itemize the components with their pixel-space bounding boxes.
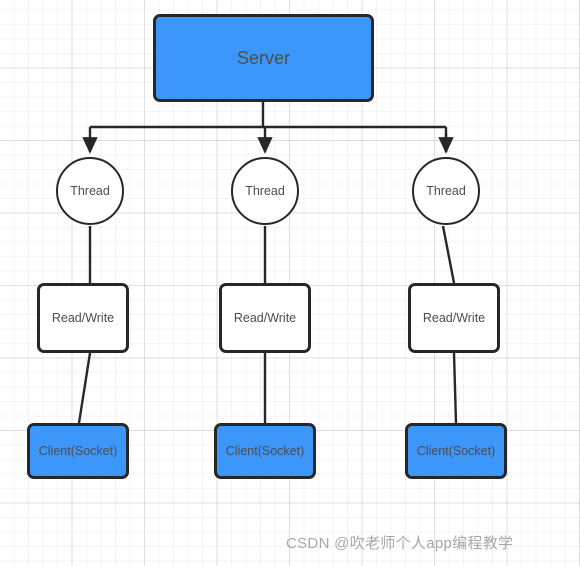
edge-readwrite-1-to-client-1: [77, 352, 92, 424]
node-readwrite-3-label: Read/Write: [422, 311, 486, 325]
node-readwrite-2-label: Read/Write: [233, 311, 297, 325]
node-thread-2-label: Thread: [245, 184, 285, 198]
node-readwrite-1-label: Read/Write: [51, 311, 115, 325]
node-thread-3-label: Thread: [426, 184, 466, 198]
node-client-2-label: Client(Socket): [225, 444, 305, 458]
node-thread-1[interactable]: Thread: [56, 157, 124, 225]
node-client-1-label: Client(Socket): [38, 444, 118, 458]
node-readwrite-1[interactable]: Read/Write: [37, 283, 129, 353]
edge-readwrite-3-to-client-3: [452, 352, 458, 424]
node-client-1[interactable]: Client(Socket): [27, 423, 129, 479]
diagram-canvas: Server Thread Thread Thread Read/Write R…: [0, 0, 580, 566]
node-server[interactable]: Server: [153, 14, 374, 102]
node-client-3-label: Client(Socket): [416, 444, 496, 458]
node-server-label: Server: [236, 47, 290, 68]
node-thread-3[interactable]: Thread: [412, 157, 480, 225]
node-readwrite-3[interactable]: Read/Write: [408, 283, 500, 353]
node-client-2[interactable]: Client(Socket): [214, 423, 316, 479]
node-thread-1-label: Thread: [70, 184, 110, 198]
node-client-3[interactable]: Client(Socket): [405, 423, 507, 479]
node-readwrite-2[interactable]: Read/Write: [219, 283, 311, 353]
edge-thread-3-to-readwrite-3: [441, 225, 456, 284]
watermark-text: CSDN @吹老师个人app编程教学: [286, 535, 514, 552]
node-thread-2[interactable]: Thread: [231, 157, 299, 225]
